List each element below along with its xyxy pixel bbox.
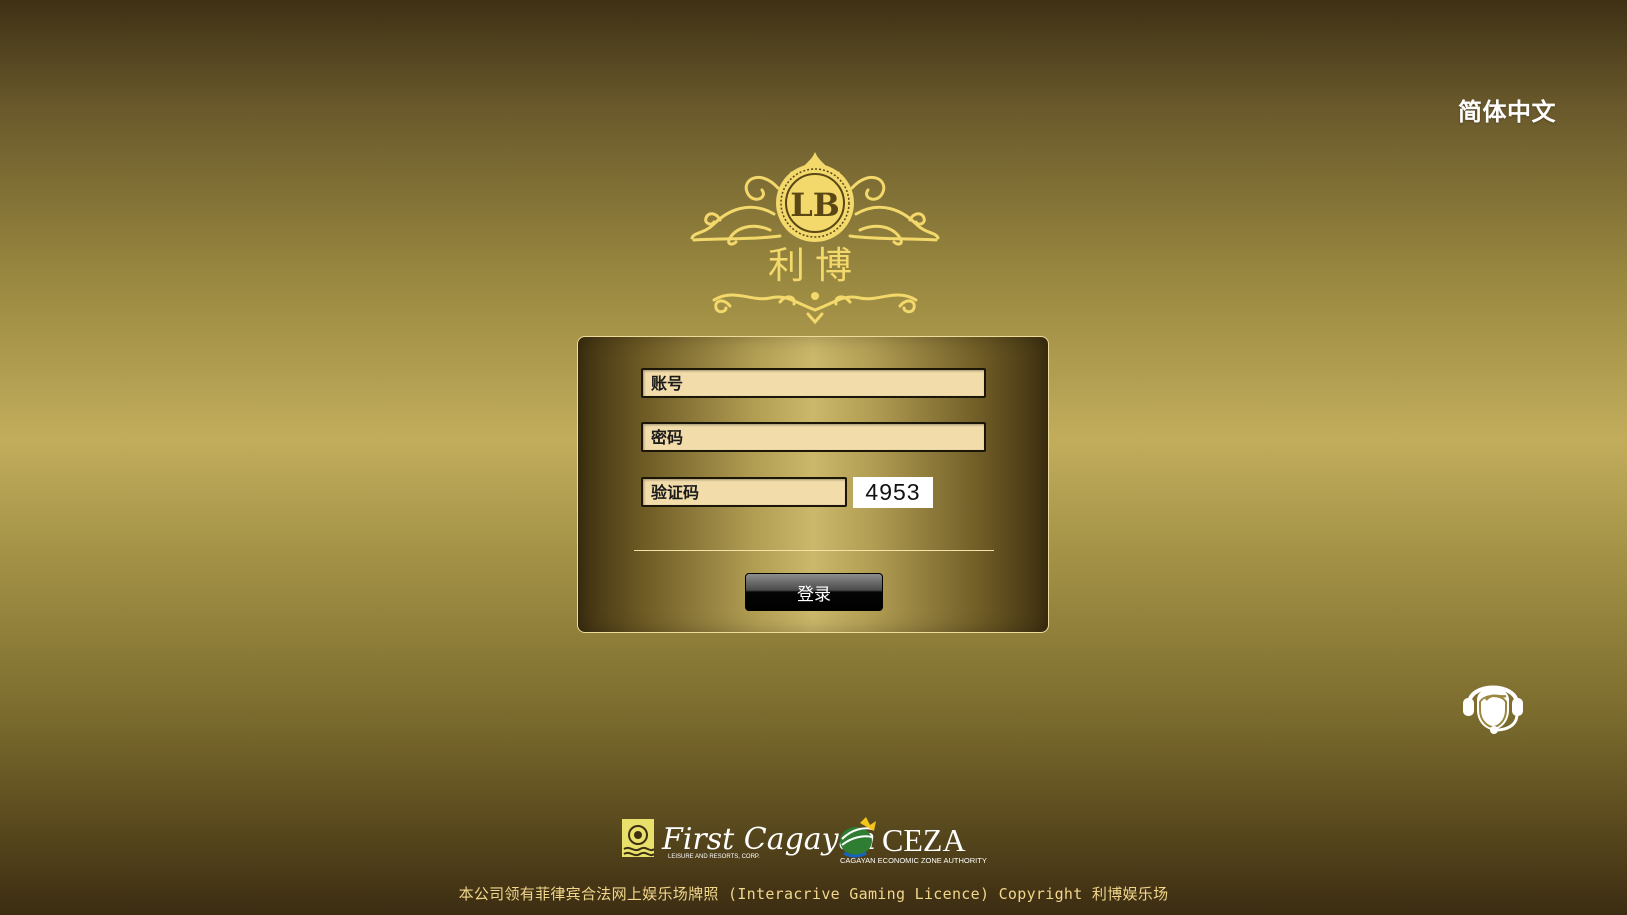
first-cagayan-logo: First Cagayan LEISURE AND RESORTS, CORP. [622, 819, 876, 860]
account-field [641, 368, 986, 398]
logo-brand-name: 利博 [768, 244, 862, 287]
password-input[interactable] [643, 424, 984, 450]
login-button[interactable]: 登录 [745, 573, 883, 611]
ceza-tagline: CAGAYAN ECONOMIC ZONE AUTHORITY [840, 856, 987, 865]
language-selector[interactable]: 简体中文 [1458, 92, 1556, 127]
captcha-field [641, 477, 847, 507]
captcha-image[interactable]: 4953 [853, 477, 933, 508]
first-cagayan-tagline: LEISURE AND RESORTS, CORP. [668, 854, 760, 860]
customer-service-headset-icon[interactable] [1462, 670, 1524, 736]
partner-logos: First Cagayan LEISURE AND RESORTS, CORP.… [620, 815, 1010, 865]
password-field [641, 422, 986, 452]
brand-logo: LB 利博 [690, 152, 940, 325]
captcha-input[interactable] [643, 479, 845, 505]
account-input[interactable] [643, 370, 984, 396]
ceza-name: CEZA [882, 822, 966, 858]
login-panel: 4953 登录 [577, 336, 1049, 633]
footer-license-text: 本公司领有菲律宾合法网上娱乐场牌照 (Interacrive Gaming Li… [458, 885, 1169, 903]
logo-monogram: LB [790, 186, 840, 224]
form-divider [634, 550, 994, 551]
